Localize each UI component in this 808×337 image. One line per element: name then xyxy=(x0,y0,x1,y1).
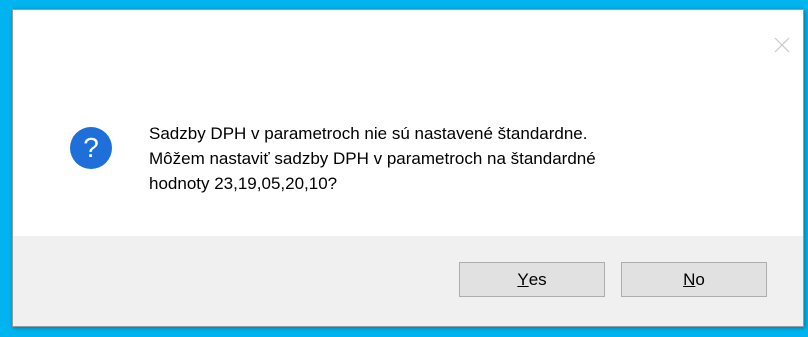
message-line: Môžem nastaviť sadzby DPH v parametroch … xyxy=(149,149,596,168)
message-dialog: ? Sadzby DPH v parametroch nie sú nastav… xyxy=(12,9,804,327)
dialog-content: ? Sadzby DPH v parametroch nie sú nastav… xyxy=(13,10,803,238)
svg-text:?: ? xyxy=(83,132,99,163)
button-bar: Yes No xyxy=(13,236,803,326)
yes-button[interactable]: Yes xyxy=(459,262,605,297)
no-button-label: o xyxy=(695,269,705,289)
no-button-mnemonic: N xyxy=(683,269,696,289)
message-line: hodnoty 23,19,05,20,10? xyxy=(149,174,338,193)
message-line: Sadzby DPH v parametroch nie sú nastaven… xyxy=(149,124,588,143)
yes-button-label: es xyxy=(528,269,547,289)
no-button[interactable]: No xyxy=(621,262,767,297)
yes-button-mnemonic: Y xyxy=(517,269,529,289)
question-icon: ? xyxy=(69,126,113,170)
dialog-message: Sadzby DPH v parametroch nie sú nastaven… xyxy=(149,121,769,196)
